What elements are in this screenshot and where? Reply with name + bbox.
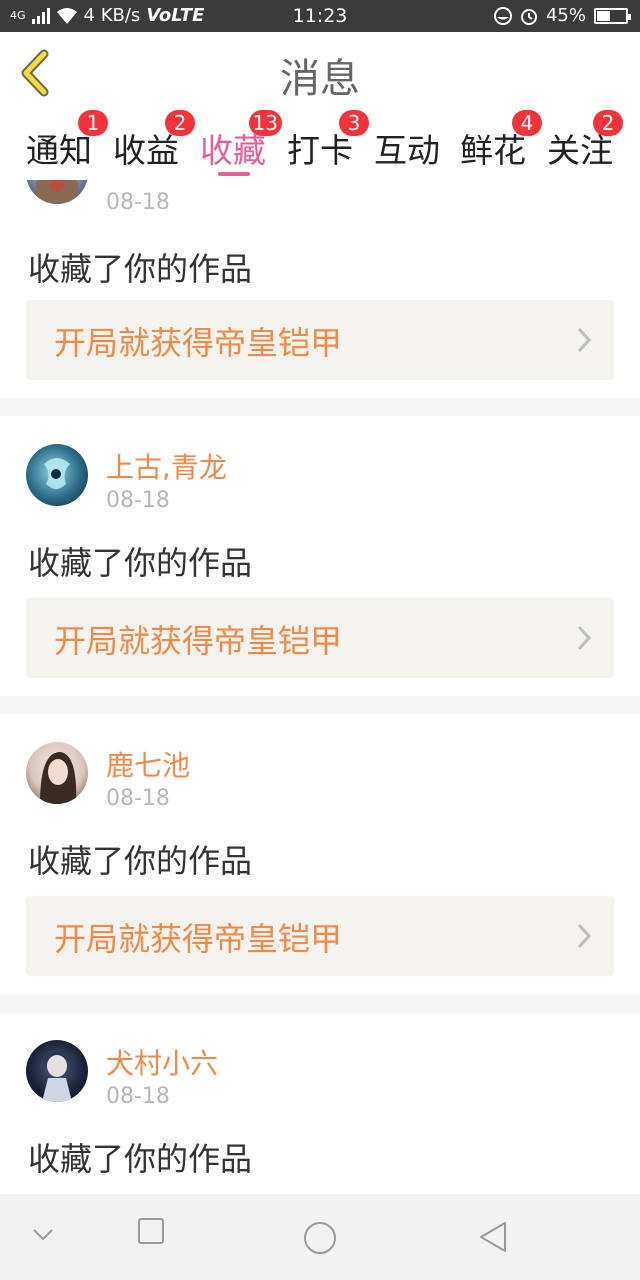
- page-title: 消息: [280, 56, 360, 102]
- feed-card: 犬村小六 08-18 收藏了你的作品: [0, 1014, 640, 1194]
- active-tab-indicator: [218, 172, 250, 176]
- tab-label: 收藏: [200, 131, 266, 170]
- tab-label: 收益: [113, 131, 179, 170]
- tab-interaction[interactable]: 互动: [374, 124, 440, 172]
- work-title: 开局就获得帝皇铠甲: [54, 920, 343, 958]
- chevron-right-icon: [577, 923, 592, 949]
- tab-badge: 2: [165, 110, 195, 136]
- date: 08-18: [106, 488, 170, 513]
- message-feed[interactable]: 08-18 收藏了你的作品 开局就获得帝皇铠甲 上古,青龙 08-18 收藏了你…: [0, 180, 640, 1194]
- avatar[interactable]: [26, 1040, 88, 1102]
- work-link[interactable]: 开局就获得帝皇铠甲: [26, 598, 614, 678]
- username[interactable]: 上古,青龙: [106, 446, 227, 486]
- avatar[interactable]: [26, 742, 88, 804]
- date: 08-18: [106, 1084, 170, 1109]
- recents-square-icon[interactable]: [138, 1218, 164, 1244]
- avatar[interactable]: [26, 180, 88, 204]
- system-nav-bar: [0, 1194, 640, 1280]
- tab-badge: 1: [78, 110, 108, 136]
- chevron-down-icon[interactable]: [32, 1228, 54, 1242]
- tab-flowers[interactable]: 鲜花 4: [460, 110, 542, 172]
- feed-card: 08-18 收藏了你的作品 开局就获得帝皇铠甲: [0, 180, 640, 398]
- date: 08-18: [106, 190, 170, 215]
- work-link[interactable]: 开局就获得帝皇铠甲: [26, 896, 614, 976]
- chevron-right-icon: [577, 625, 592, 651]
- work-link[interactable]: 开局就获得帝皇铠甲: [26, 300, 614, 380]
- feed-card: 上古,青龙 08-18 收藏了你的作品 开局就获得帝皇铠甲: [0, 416, 640, 696]
- tab-follow[interactable]: 关注 2: [547, 110, 623, 172]
- action-text: 收藏了你的作品: [28, 250, 253, 288]
- tab-badge: 2: [593, 110, 623, 136]
- username[interactable]: 犬村小六: [106, 1042, 218, 1082]
- tab-notice[interactable]: 通知 1: [26, 110, 108, 172]
- tab-badge: 4: [512, 110, 542, 136]
- tab-label: 关注: [547, 131, 613, 170]
- tab-favorites[interactable]: 收藏 13: [200, 110, 282, 172]
- action-text: 收藏了你的作品: [28, 544, 253, 582]
- header: 消息: [0, 32, 640, 110]
- data-saver-icon: [493, 6, 512, 25]
- avatar-image: [42, 1053, 72, 1102]
- avatar-image: [36, 180, 78, 204]
- tab-label: 通知: [26, 131, 92, 170]
- feed-card: 鹿七池 08-18 收藏了你的作品 开局就获得帝皇铠甲: [0, 714, 640, 994]
- avatar-image: [44, 458, 70, 489]
- avatar-image: [40, 752, 77, 804]
- tab-badge: 13: [248, 110, 282, 136]
- work-title: 开局就获得帝皇铠甲: [54, 622, 343, 660]
- battery-percent: 45%: [545, 5, 586, 26]
- work-title: 开局就获得帝皇铠甲: [54, 324, 343, 362]
- battery-icon: [594, 7, 631, 24]
- alarm-icon: [520, 8, 537, 25]
- action-text: 收藏了你的作品: [28, 1140, 253, 1178]
- home-circle-icon[interactable]: [303, 1221, 337, 1255]
- chevron-right-icon: [577, 327, 592, 353]
- tab-label: 鲜花: [460, 131, 526, 170]
- username[interactable]: 鹿七池: [106, 744, 190, 784]
- back-triangle-icon[interactable]: [478, 1221, 508, 1253]
- date: 08-18: [106, 786, 170, 811]
- tab-label: 打卡: [287, 131, 353, 170]
- action-text: 收藏了你的作品: [28, 842, 253, 880]
- tab-badge: 3: [339, 110, 369, 136]
- tab-earnings[interactable]: 收益 2: [113, 110, 195, 172]
- tab-checkin[interactable]: 打卡 3: [287, 110, 369, 172]
- status-bar: 4G 4 KB/s VoLTE 11:23 45%: [0, 0, 640, 32]
- battery-fill: [597, 10, 610, 21]
- tab-label: 互动: [374, 131, 440, 170]
- tab-bar: 通知 1 收益 2 收藏 13 打卡 3 互动 鲜花 4 关注 2: [0, 110, 640, 180]
- avatar[interactable]: [26, 444, 88, 506]
- status-right: 45%: [493, 5, 631, 26]
